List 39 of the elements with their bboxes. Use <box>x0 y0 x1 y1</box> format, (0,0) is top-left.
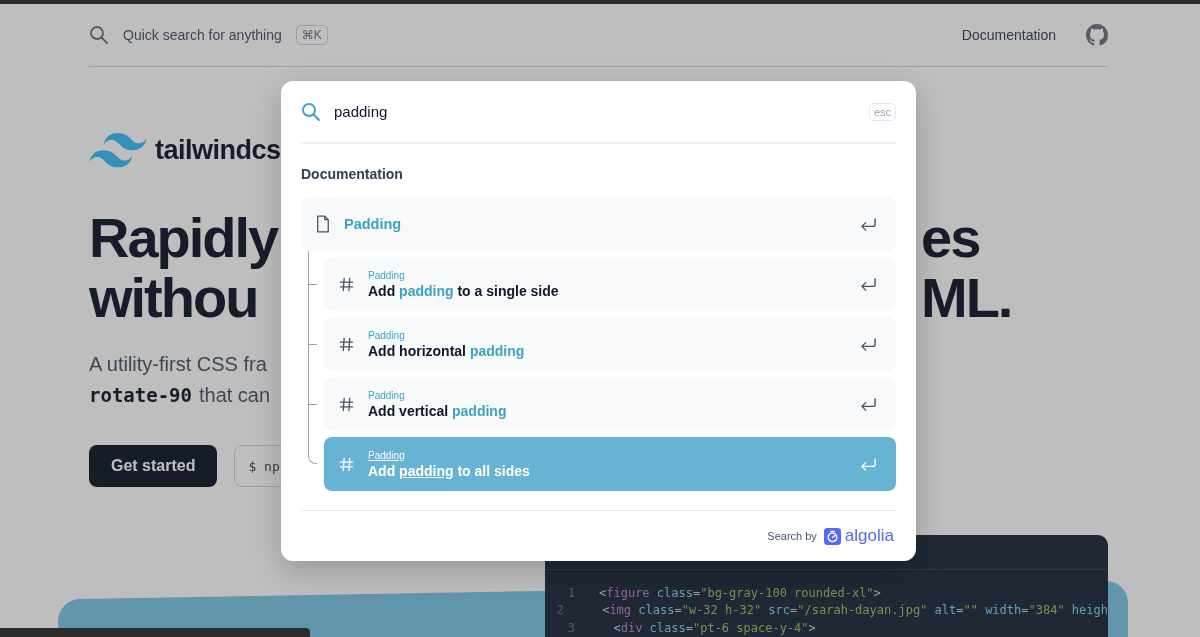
line-number: 3 <box>566 620 575 635</box>
search-icon <box>301 101 321 122</box>
search-result[interactable]: Padding Add padding to a single side <box>324 257 896 311</box>
enter-icon <box>860 276 877 292</box>
enter-icon <box>860 336 877 352</box>
headline-text: ML. <box>921 268 1012 328</box>
headline-text: es <box>921 208 980 268</box>
wave-logo-icon <box>89 132 147 168</box>
shortcut-key: ⌘K <box>295 25 328 45</box>
hash-icon <box>339 396 354 412</box>
section-heading: Documentation <box>301 166 404 182</box>
headline-text: Rapidly <box>89 208 278 268</box>
enter-icon <box>860 396 877 412</box>
headline-text: withou <box>89 268 258 328</box>
code-text: rotate-90 <box>89 384 192 406</box>
enter-icon <box>860 216 877 232</box>
algolia-logo-link[interactable]: algolia <box>823 526 894 546</box>
search-icon <box>89 25 109 45</box>
code-line: <figure class="bg-gray-100 rounded-xl"> <box>599 585 881 600</box>
hash-icon <box>339 456 354 472</box>
hash-icon <box>339 336 354 352</box>
document-icon <box>316 215 330 233</box>
code-line: <div class="pt-6 space-y-4"> <box>612 620 816 635</box>
documentation-link[interactable]: Documentation <box>961 27 1056 43</box>
stopwatch-icon <box>823 527 841 545</box>
quick-search-button[interactable]: Quick search for anything <box>123 27 282 43</box>
paragraph-text: A utility-first CSS fra <box>89 353 267 376</box>
search-by-label: Search by <box>767 530 817 542</box>
hash-icon <box>339 276 354 292</box>
enter-icon <box>860 456 877 472</box>
code-line: <img class="w-32 h-32" src="/sarah-dayan.jpg" alt="" width="384" heigh <box>601 603 1108 618</box>
search-result[interactable]: Padding Add horizontal padding <box>324 317 896 371</box>
line-number: 1 <box>566 585 575 600</box>
logo-text: tailwindcs <box>155 134 281 166</box>
github-icon[interactable] <box>1086 24 1108 46</box>
line-number: 2 <box>555 603 564 618</box>
paragraph-text: that can <box>198 384 271 407</box>
search-result[interactable]: Padding Add vertical padding <box>324 377 896 431</box>
get-started-button[interactable]: Get started <box>89 445 218 487</box>
